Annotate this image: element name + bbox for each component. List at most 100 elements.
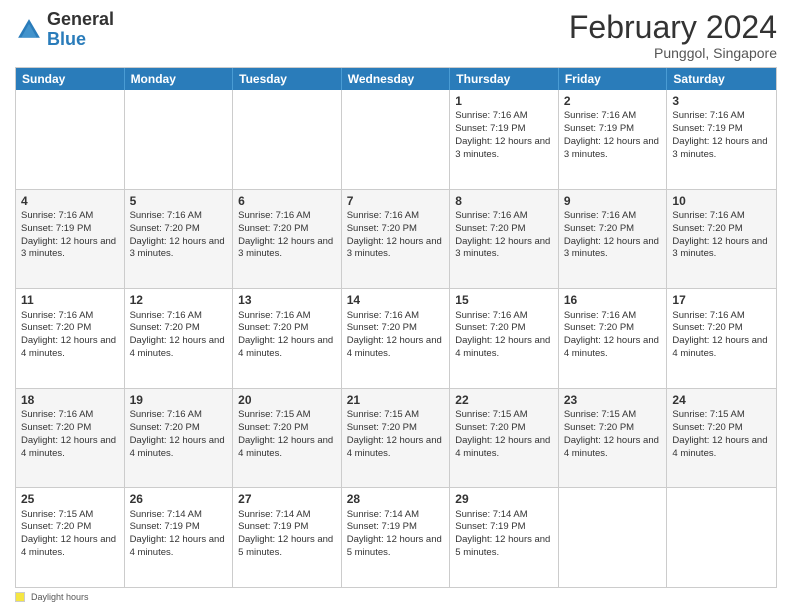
empty-cell xyxy=(559,488,668,587)
weekday-header-friday: Friday xyxy=(559,68,668,90)
day-number: 12 xyxy=(130,292,228,308)
daylight-dot xyxy=(15,592,25,602)
day-cell-27: 27 Sunrise: 7:14 AMSunset: 7:19 PMDayligh… xyxy=(233,488,342,587)
day-cell-16: 16 Sunrise: 7:16 AMSunset: 7:20 PMDayligh… xyxy=(559,289,668,388)
empty-cell xyxy=(342,90,451,189)
title-block: February 2024 Punggol, Singapore xyxy=(569,10,777,61)
day-info: Sunrise: 7:16 AMSunset: 7:20 PMDaylight:… xyxy=(130,210,225,259)
day-info: Sunrise: 7:16 AMSunset: 7:20 PMDaylight:… xyxy=(455,310,550,359)
day-number: 3 xyxy=(672,93,771,109)
day-number: 7 xyxy=(347,193,445,209)
day-info: Sunrise: 7:15 AMSunset: 7:20 PMDaylight:… xyxy=(564,409,659,458)
weekday-header-monday: Monday xyxy=(125,68,234,90)
day-info: Sunrise: 7:16 AMSunset: 7:20 PMDaylight:… xyxy=(347,210,442,259)
logo-general: General xyxy=(47,9,114,29)
day-info: Sunrise: 7:14 AMSunset: 7:19 PMDaylight:… xyxy=(238,509,333,558)
day-info: Sunrise: 7:14 AMSunset: 7:19 PMDaylight:… xyxy=(455,509,550,558)
day-cell-28: 28 Sunrise: 7:14 AMSunset: 7:19 PMDayligh… xyxy=(342,488,451,587)
day-number: 23 xyxy=(564,392,662,408)
day-number: 20 xyxy=(238,392,336,408)
calendar-row: 11Sunrise: 7:16 AMSunset: 7:20 PMDayligh… xyxy=(16,288,776,388)
day-info: Sunrise: 7:16 AMSunset: 7:19 PMDaylight:… xyxy=(21,210,116,259)
day-number: 4 xyxy=(21,193,119,209)
day-number: 16 xyxy=(564,292,662,308)
day-cell-25: 25 Sunrise: 7:15 AMSunset: 7:20 PMDayligh… xyxy=(16,488,125,587)
header: General Blue February 2024 Punggol, Sing… xyxy=(15,10,777,61)
day-number: 29 xyxy=(455,491,553,507)
footer-note: Daylight hours xyxy=(15,592,777,602)
day-number: 10 xyxy=(672,193,771,209)
day-info: Sunrise: 7:16 AMSunset: 7:20 PMDaylight:… xyxy=(238,210,333,259)
day-info: Sunrise: 7:16 AMSunset: 7:20 PMDaylight:… xyxy=(238,310,333,359)
day-cell-18: 18Sunrise: 7:16 AMSunset: 7:20 PMDayligh… xyxy=(16,389,125,488)
day-cell-8: 8Sunrise: 7:16 AMSunset: 7:20 PMDaylight… xyxy=(450,190,559,289)
day-number: 25 xyxy=(21,491,119,507)
day-cell-4: 4Sunrise: 7:16 AMSunset: 7:19 PMDaylight… xyxy=(16,190,125,289)
day-cell-2: 2Sunrise: 7:16 AMSunset: 7:19 PMDaylight… xyxy=(559,90,668,189)
day-cell-13: 13 Sunrise: 7:16 AMSunset: 7:20 PMDayligh… xyxy=(233,289,342,388)
day-number: 22 xyxy=(455,392,553,408)
day-cell-29: 29 Sunrise: 7:14 AMSunset: 7:19 PMDayligh… xyxy=(450,488,559,587)
day-cell-24: 24Sunrise: 7:15 AMSunset: 7:20 PMDayligh… xyxy=(667,389,776,488)
weekday-header-wednesday: Wednesday xyxy=(342,68,451,90)
day-number: 9 xyxy=(564,193,662,209)
day-info: Sunrise: 7:16 AMSunset: 7:19 PMDaylight:… xyxy=(564,110,659,159)
day-cell-21: 21Sunrise: 7:15 AMSunset: 7:20 PMDayligh… xyxy=(342,389,451,488)
day-cell-6: 6Sunrise: 7:16 AMSunset: 7:20 PMDaylight… xyxy=(233,190,342,289)
day-number: 27 xyxy=(238,491,336,507)
day-cell-3: 3Sunrise: 7:16 AMSunset: 7:19 PMDaylight… xyxy=(667,90,776,189)
day-info: Sunrise: 7:15 AMSunset: 7:20 PMDaylight:… xyxy=(455,409,550,458)
empty-cell xyxy=(16,90,125,189)
day-number: 18 xyxy=(21,392,119,408)
day-info: Sunrise: 7:15 AMSunset: 7:20 PMDaylight:… xyxy=(238,409,333,458)
day-number: 1 xyxy=(455,93,553,109)
day-info: Sunrise: 7:15 AMSunset: 7:20 PMDaylight:… xyxy=(347,409,442,458)
logo-blue: Blue xyxy=(47,29,86,49)
calendar-row: 4Sunrise: 7:16 AMSunset: 7:19 PMDaylight… xyxy=(16,189,776,289)
day-number: 24 xyxy=(672,392,771,408)
day-info: Sunrise: 7:16 AMSunset: 7:20 PMDaylight:… xyxy=(21,409,116,458)
day-info: Sunrise: 7:16 AMSunset: 7:20 PMDaylight:… xyxy=(455,210,550,259)
day-info: Sunrise: 7:16 AMSunset: 7:20 PMDaylight:… xyxy=(130,409,225,458)
day-number: 6 xyxy=(238,193,336,209)
day-cell-19: 19Sunrise: 7:16 AMSunset: 7:20 PMDayligh… xyxy=(125,389,234,488)
empty-cell xyxy=(125,90,234,189)
day-cell-5: 5Sunrise: 7:16 AMSunset: 7:20 PMDaylight… xyxy=(125,190,234,289)
location: Punggol, Singapore xyxy=(569,45,777,61)
weekday-header-tuesday: Tuesday xyxy=(233,68,342,90)
empty-cell xyxy=(233,90,342,189)
day-number: 15 xyxy=(455,292,553,308)
calendar-body: 1 Sunrise: 7:16 AMSunset: 7:19 PMDaylight… xyxy=(16,90,776,587)
day-info: Sunrise: 7:16 AMSunset: 7:20 PMDaylight:… xyxy=(347,310,442,359)
day-cell-22: 22Sunrise: 7:15 AMSunset: 7:20 PMDayligh… xyxy=(450,389,559,488)
calendar-row: 18Sunrise: 7:16 AMSunset: 7:20 PMDayligh… xyxy=(16,388,776,488)
daylight-label: Daylight hours xyxy=(31,592,89,602)
day-cell-14: 14 Sunrise: 7:16 AMSunset: 7:20 PMDayligh… xyxy=(342,289,451,388)
day-info: Sunrise: 7:15 AMSunset: 7:20 PMDaylight:… xyxy=(21,509,116,558)
day-number: 13 xyxy=(238,292,336,308)
day-info: Sunrise: 7:16 AMSunset: 7:20 PMDaylight:… xyxy=(672,310,767,359)
page: General Blue February 2024 Punggol, Sing… xyxy=(0,0,792,612)
day-number: 17 xyxy=(672,292,771,308)
day-cell-17: 17 Sunrise: 7:16 AMSunset: 7:20 PMDayligh… xyxy=(667,289,776,388)
day-cell-11: 11Sunrise: 7:16 AMSunset: 7:20 PMDayligh… xyxy=(16,289,125,388)
day-cell-15: 15 Sunrise: 7:16 AMSunset: 7:20 PMDayligh… xyxy=(450,289,559,388)
day-cell-26: 26 Sunrise: 7:14 AMSunset: 7:19 PMDayligh… xyxy=(125,488,234,587)
weekday-header-sunday: Sunday xyxy=(16,68,125,90)
weekday-header-saturday: Saturday xyxy=(667,68,776,90)
day-number: 26 xyxy=(130,491,228,507)
day-number: 19 xyxy=(130,392,228,408)
day-number: 2 xyxy=(564,93,662,109)
day-info: Sunrise: 7:16 AMSunset: 7:20 PMDaylight:… xyxy=(21,310,116,359)
day-info: Sunrise: 7:14 AMSunset: 7:19 PMDaylight:… xyxy=(347,509,442,558)
day-number: 28 xyxy=(347,491,445,507)
day-info: Sunrise: 7:16 AMSunset: 7:20 PMDaylight:… xyxy=(564,210,659,259)
month-title: February 2024 xyxy=(569,10,777,45)
day-number: 8 xyxy=(455,193,553,209)
day-cell-7: 7Sunrise: 7:16 AMSunset: 7:20 PMDaylight… xyxy=(342,190,451,289)
day-number: 21 xyxy=(347,392,445,408)
day-info: Sunrise: 7:14 AMSunset: 7:19 PMDaylight:… xyxy=(130,509,225,558)
day-number: 14 xyxy=(347,292,445,308)
day-info: Sunrise: 7:16 AMSunset: 7:20 PMDaylight:… xyxy=(564,310,659,359)
day-info: Sunrise: 7:16 AMSunset: 7:20 PMDaylight:… xyxy=(130,310,225,359)
